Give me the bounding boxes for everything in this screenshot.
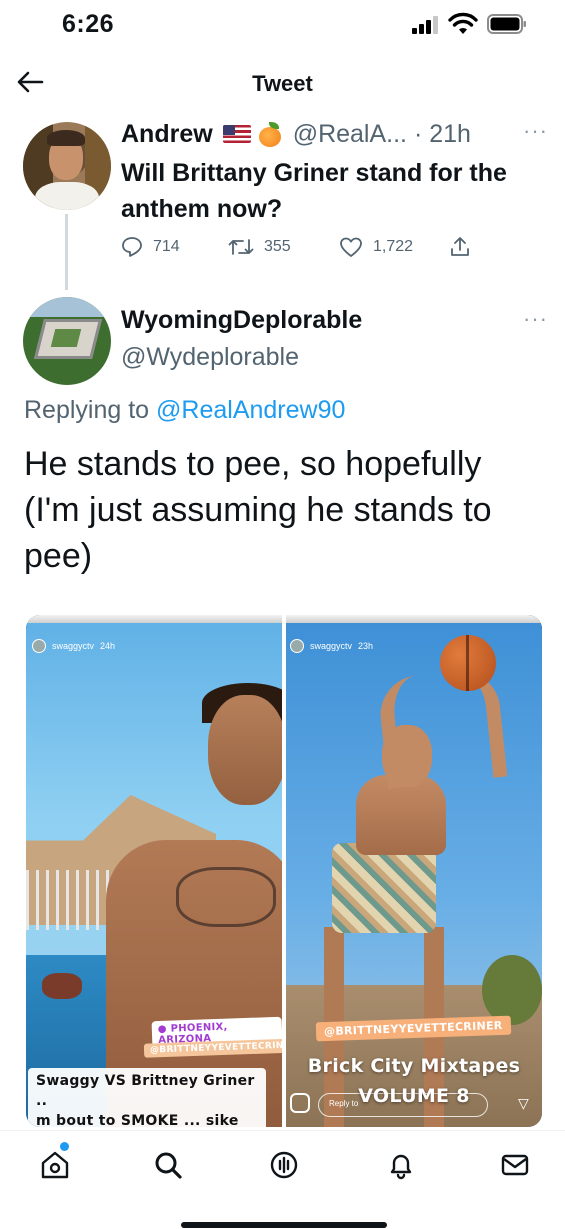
reply-action[interactable]: 714 xyxy=(121,236,180,258)
reply-tweet-text: He stands to pee, so hopefully (I'm just… xyxy=(24,445,492,575)
nav-search[interactable] xyxy=(150,1147,186,1183)
thread-connector xyxy=(65,214,68,290)
caption-left-line2: m bout to SMOKE ... sike smh xyxy=(36,1113,239,1127)
share-icon xyxy=(451,237,469,256)
tweet-actions: 714 355 1,722 xyxy=(121,236,481,264)
original-tweet-text: Will Brittany Griner stand for the anthe… xyxy=(121,159,507,223)
peach-icon xyxy=(258,122,281,147)
story-user-right: swaggyctv 23h xyxy=(290,639,373,653)
home-indicator[interactable] xyxy=(181,1222,387,1228)
story-user-left: swaggyctv 24h xyxy=(32,639,115,653)
wifi-icon xyxy=(448,12,478,34)
caption-left-line1: Swaggy VS Brittney Griner .. xyxy=(36,1073,255,1109)
retweet-count: 355 xyxy=(264,238,291,255)
story-progress-bar xyxy=(26,615,282,623)
media-image-right[interactable]: swaggyctv 23h @BRITTNEYYEVETTECRINER Bri… xyxy=(286,615,542,1127)
status-bar: 6:26 xyxy=(0,0,565,52)
cellular-signal-icon xyxy=(412,16,440,34)
like-count: 1,722 xyxy=(373,238,414,255)
location-pin-icon: ● xyxy=(157,1023,171,1036)
reply-more-options-icon[interactable]: ··· xyxy=(523,306,548,332)
reply-count: 714 xyxy=(153,238,180,255)
send-icon: ▽ xyxy=(518,1095,529,1111)
story-progress-bar-right xyxy=(286,615,542,623)
nav-messages[interactable] xyxy=(497,1147,533,1183)
nav-spaces[interactable] xyxy=(266,1147,302,1183)
bell-icon xyxy=(390,1154,412,1180)
home-icon xyxy=(41,1151,69,1179)
notification-dot xyxy=(60,1142,69,1151)
original-tweet-header: Andrew @RealA... · 21h xyxy=(121,118,471,150)
tweet-header: Tweet xyxy=(0,56,565,112)
original-author-name[interactable]: Andrew xyxy=(121,120,213,149)
reply-author-handle[interactable]: @Wydeplorable xyxy=(121,343,299,372)
story-username-right: swaggyctv xyxy=(310,641,353,651)
mail-icon xyxy=(501,1154,529,1176)
story-avatar-icon xyxy=(32,639,46,653)
caption-left: Swaggy VS Brittney Griner .. m bout to S… xyxy=(28,1068,266,1127)
bottom-navigation xyxy=(0,1130,565,1198)
basketball xyxy=(440,635,496,691)
spaces-icon xyxy=(270,1151,298,1179)
story-age-right: 23h xyxy=(358,641,374,651)
battery-icon xyxy=(487,14,526,34)
reply-author-name[interactable]: WyomingDeplorable xyxy=(121,306,362,335)
retweet-action[interactable]: 355 xyxy=(228,236,291,258)
story-age-left: 24h xyxy=(100,641,116,651)
replying-to: Replying to @RealAndrew90 xyxy=(24,396,345,425)
avatar-andrew[interactable] xyxy=(23,122,111,210)
like-action[interactable]: 1,722 xyxy=(339,236,413,258)
replying-handle-link[interactable]: @RealAndrew90 xyxy=(156,396,345,424)
replying-prefix: Replying to xyxy=(24,396,157,424)
caption-right-line2: VOLUME 8 xyxy=(358,1085,470,1107)
us-flag-icon xyxy=(222,125,251,143)
heart-icon xyxy=(340,237,362,257)
page-title: Tweet xyxy=(252,71,313,96)
camera-icon xyxy=(290,1093,310,1113)
story-avatar-icon-right xyxy=(290,639,304,653)
nav-notifications[interactable] xyxy=(383,1147,419,1183)
more-options-icon[interactable]: ··· xyxy=(523,118,548,144)
reply-icon xyxy=(122,237,142,257)
avatar-wydeplorable[interactable] xyxy=(23,297,111,385)
nav-home[interactable] xyxy=(37,1147,73,1183)
search-icon xyxy=(155,1152,182,1179)
status-time: 6:26 xyxy=(62,10,115,38)
retweet-icon xyxy=(228,239,254,255)
original-handle-time: @RealA... · 21h xyxy=(292,119,471,148)
story-username-left: swaggyctv xyxy=(52,641,95,651)
share-action[interactable] xyxy=(449,236,481,258)
caption-right-line1: Brick City Mixtapes xyxy=(307,1055,521,1077)
media-image-left[interactable]: swaggyctv 24h ● PHOENIX, ARIZONA @BRITTN… xyxy=(26,615,282,1127)
